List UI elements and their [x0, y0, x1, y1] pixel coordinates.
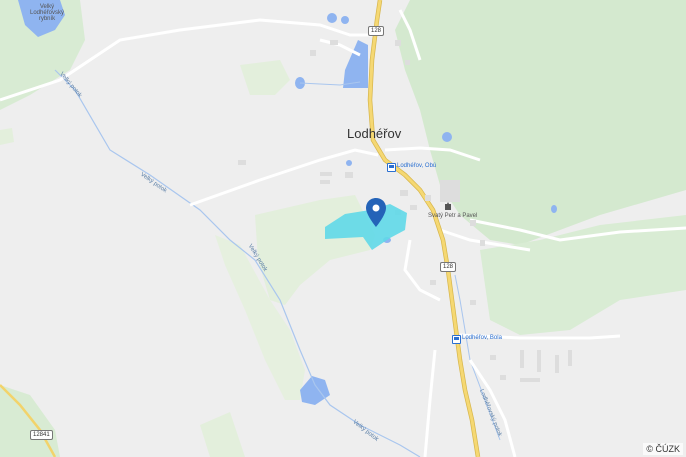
- pond-small-6: [346, 160, 352, 166]
- pond-small-3: [341, 16, 349, 24]
- pond-small-5: [551, 205, 557, 213]
- pond-small-4: [442, 132, 452, 142]
- map-canvas[interactable]: Velký Lodhéřovský rybník Lodhéřov Svatý …: [0, 0, 686, 457]
- pond-south: [300, 376, 330, 405]
- pond-small-2: [327, 13, 337, 23]
- forest-area-northeast: [395, 0, 686, 245]
- pond-label: Velký Lodhéřovský rybník: [30, 4, 65, 22]
- road-shield-12841: 12841: [30, 430, 53, 440]
- town-label: Lodhéřov: [347, 126, 402, 141]
- church-icon: [444, 202, 452, 210]
- field-area-tiny: [0, 128, 14, 145]
- church-label: Svatý Petr a Pavel: [428, 213, 478, 219]
- field-area-south: [200, 412, 245, 457]
- field-area-north: [240, 60, 290, 95]
- forest-area-southwest: [0, 385, 60, 457]
- bus-stop-icon[interactable]: [452, 335, 461, 344]
- map-base: [0, 0, 686, 457]
- bus-stop-icon[interactable]: [387, 163, 396, 172]
- road-shield-128: 128: [440, 262, 457, 272]
- bus-stop-label-1: Lodhéřov, Obú: [397, 163, 437, 169]
- bus-stop-label-2: Lodhéřov, Bola: [462, 335, 502, 341]
- location-pin-icon[interactable]: [365, 197, 387, 229]
- road-shield-128: 128: [368, 26, 385, 36]
- map-copyright: © ČÚZK: [643, 443, 683, 455]
